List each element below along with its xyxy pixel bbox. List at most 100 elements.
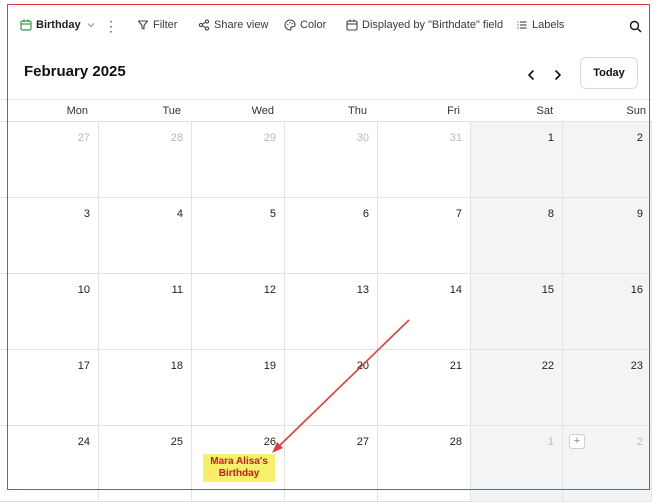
day-number: 14 <box>449 284 462 296</box>
day-cell[interactable]: 17 <box>0 350 99 426</box>
chevron-left-icon[interactable] <box>524 68 538 82</box>
color-label: Color <box>300 19 327 31</box>
day-cell[interactable]: 19 <box>192 350 285 426</box>
toolbar: Birthday ⋮ Filter Share view Color Displ… <box>0 0 652 54</box>
day-cell[interactable]: 12 <box>192 274 285 350</box>
day-cell[interactable]: 9 <box>563 198 652 274</box>
day-cell[interactable]: 28 <box>99 122 192 198</box>
search-button[interactable] <box>629 20 646 33</box>
share-icon <box>198 19 210 31</box>
day-cell[interactable]: 3 <box>0 198 99 274</box>
day-number: 28 <box>449 436 462 448</box>
today-button[interactable]: Today <box>580 57 638 89</box>
day-cell[interactable]: 7 <box>378 198 471 274</box>
day-cell[interactable]: 15 <box>471 274 563 350</box>
day-cell[interactable]: 31 <box>378 122 471 198</box>
day-cell[interactable]: 13 <box>285 274 378 350</box>
day-number: 7 <box>455 208 462 220</box>
day-number: 13 <box>356 284 369 296</box>
weekday-label-thu: Thu <box>348 105 367 117</box>
day-number: 1 <box>547 132 554 144</box>
day-cell[interactable]: 27 <box>0 122 99 198</box>
day-cell[interactable]: 27 <box>285 426 378 502</box>
day-cell[interactable]: 8 <box>471 198 563 274</box>
day-cell[interactable]: 1 <box>471 122 563 198</box>
labels-label: Labels <box>532 19 565 31</box>
day-cell[interactable]: 29 <box>192 122 285 198</box>
calendar-icon <box>20 19 32 31</box>
day-cell[interactable]: 21 <box>378 350 471 426</box>
weekday-label-sat: Sat <box>536 105 553 117</box>
filter-icon <box>137 20 149 30</box>
day-number: 17 <box>77 360 90 372</box>
day-number: 30 <box>356 132 369 144</box>
day-cell[interactable]: 24 <box>0 426 99 502</box>
day-cell[interactable]: 18 <box>99 350 192 426</box>
day-number: 23 <box>630 360 643 372</box>
calendar-header: February 2025 Today <box>0 54 652 99</box>
day-number: 9 <box>636 208 643 220</box>
labels-button[interactable]: Labels <box>516 19 564 31</box>
day-cell[interactable]: 11 <box>99 274 192 350</box>
day-cell[interactable]: 10 <box>0 274 99 350</box>
day-number: 12 <box>263 284 276 296</box>
birthday-event-label[interactable]: Mara Alisa's Birthday <box>203 454 275 482</box>
day-number: 29 <box>263 132 276 144</box>
day-cell[interactable]: 28 <box>378 426 471 502</box>
calendar-grid: 27 28 29 30 31 1 2 3 4 5 6 7 8 9 10 11 12 13 14 15 16 17 18 19 2… <box>0 122 652 502</box>
chevron-down-icon <box>87 23 95 28</box>
day-number: 31 <box>449 132 462 144</box>
day-number: 1 <box>547 436 554 448</box>
filter-label: Filter <box>153 19 178 31</box>
day-number: 24 <box>77 436 90 448</box>
day-number: 10 <box>77 284 90 296</box>
displayed-by-field-button[interactable]: Displayed by "Birthdate" field <box>346 19 503 31</box>
day-number: 3 <box>83 208 90 220</box>
day-cell[interactable]: 23 <box>563 350 652 426</box>
day-cell[interactable]: 22 <box>471 350 563 426</box>
day-cell[interactable]: 14 <box>378 274 471 350</box>
day-cell[interactable]: 5 <box>192 198 285 274</box>
more-options-button[interactable]: ⋮ <box>104 18 118 35</box>
weekday-label-sun: Sun <box>626 105 646 117</box>
day-number: 20 <box>356 360 369 372</box>
search-icon <box>629 20 642 33</box>
day-cell[interactable]: 1 <box>471 426 563 502</box>
add-event-button[interactable]: + <box>569 434 585 449</box>
weekday-label-mon: Mon <box>66 105 88 117</box>
day-cell[interactable]: 2 <box>563 122 652 198</box>
day-number: 21 <box>449 360 462 372</box>
day-cell[interactable]: 16 <box>563 274 652 350</box>
day-cell[interactable]: 2 + <box>563 426 652 502</box>
day-number: 6 <box>362 208 369 220</box>
day-number: 4 <box>176 208 183 220</box>
day-number: 15 <box>541 284 554 296</box>
day-cell[interactable]: 6 <box>285 198 378 274</box>
day-number: 22 <box>541 360 554 372</box>
day-number: 2 <box>636 436 643 448</box>
day-cell[interactable]: 4 <box>99 198 192 274</box>
displayed-by-label: Displayed by "Birthdate" field <box>362 19 504 31</box>
day-number: 19 <box>263 360 276 372</box>
weekday-label-fri: Fri <box>447 105 460 117</box>
list-icon <box>517 21 527 29</box>
day-number: 2 <box>636 132 643 144</box>
day-cell[interactable]: 25 <box>99 426 192 502</box>
day-number: 11 <box>171 284 183 296</box>
day-number: 5 <box>269 208 276 220</box>
color-button[interactable]: Color <box>284 19 326 31</box>
day-number: 27 <box>356 436 369 448</box>
share-view-button[interactable]: Share view <box>198 19 268 31</box>
view-name: Birthday <box>36 19 81 31</box>
day-cell[interactable]: 20 <box>285 350 378 426</box>
view-selector[interactable]: Birthday <box>20 19 100 31</box>
day-number: 28 <box>170 132 183 144</box>
day-number: 18 <box>170 360 183 372</box>
day-cell[interactable]: 30 <box>285 122 378 198</box>
palette-icon <box>284 19 296 31</box>
filter-button[interactable]: Filter <box>137 19 177 31</box>
share-view-label: Share view <box>214 19 269 31</box>
more-icon: ⋮ <box>104 18 118 34</box>
chevron-right-icon[interactable] <box>551 68 565 82</box>
calendar-icon <box>346 19 358 31</box>
